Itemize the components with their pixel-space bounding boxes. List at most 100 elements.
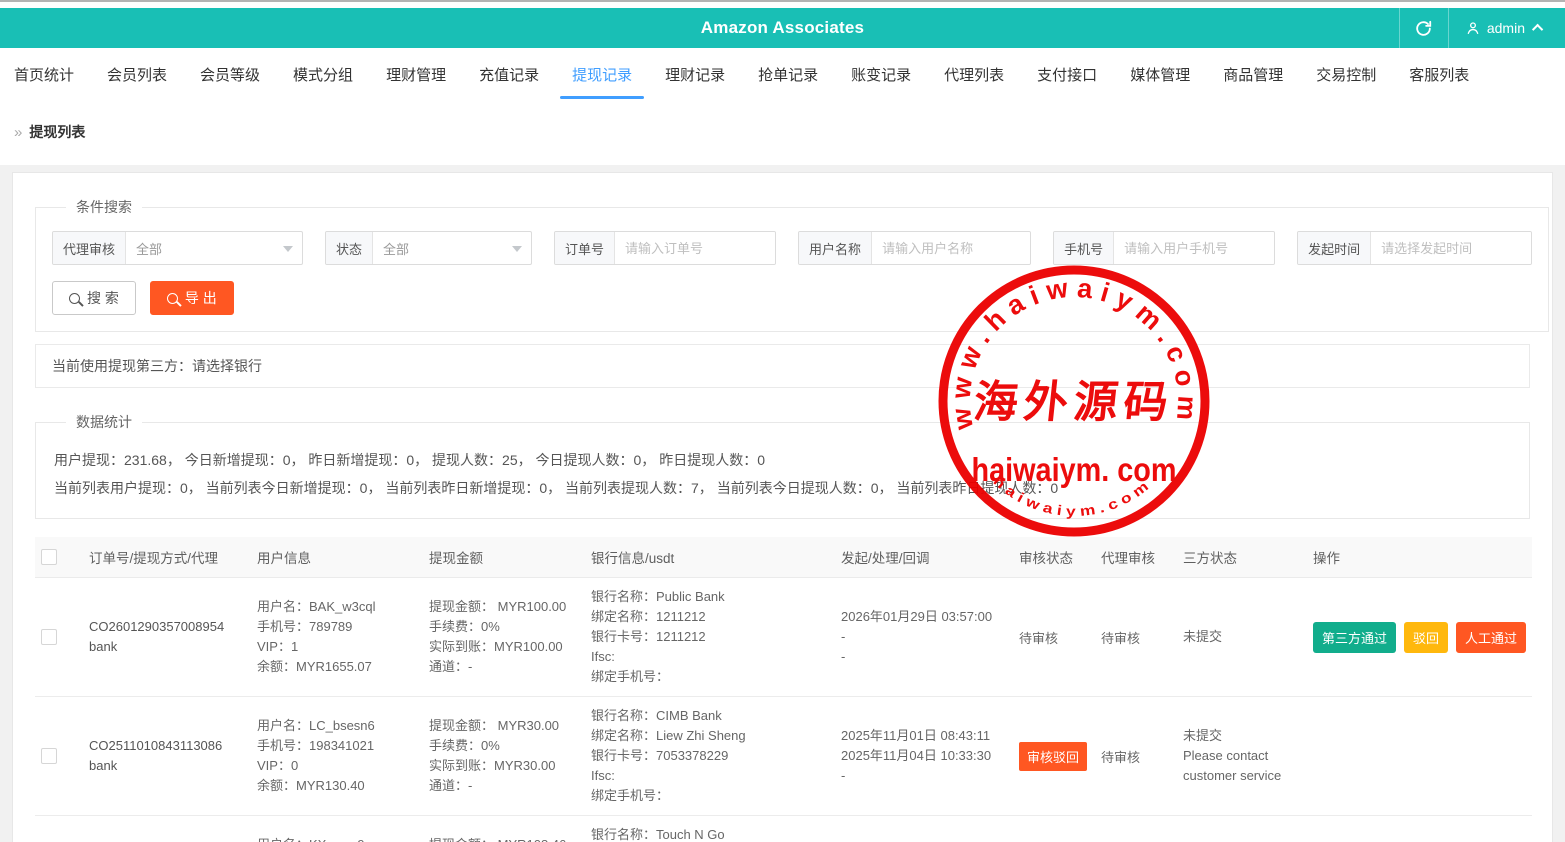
header-right: admin xyxy=(1399,8,1565,48)
nav-item-trade-control[interactable]: 交易控制 xyxy=(1316,58,1376,91)
filter-username: 用户名称 xyxy=(798,231,1031,265)
nav-item-member-level[interactable]: 会员等级 xyxy=(200,58,260,91)
filter-status: 状态 全部 xyxy=(325,231,532,265)
table-row: CO2601290357008954 bank 用户名：BAK_w3cql手机号… xyxy=(35,578,1532,697)
time-info: 2026年01月29日 03:57:00- - xyxy=(835,578,1013,697)
time-info: 2025年10月31日 03:04:422025年10月31日 04:06:41… xyxy=(835,816,1013,842)
nav-item-member-list[interactable]: 会员列表 xyxy=(107,58,167,91)
nav-item-withdraw-record[interactable]: 提现记录 xyxy=(572,58,632,91)
withdraw-table: 订单号/提现方式/代理 用户信息 提现金额 银行信息/usdt 发起/处理/回调… xyxy=(35,537,1532,842)
col-order: 订单号/提现方式/代理 xyxy=(83,537,251,578)
col-third: 三方状态 xyxy=(1177,537,1307,578)
breadcrumb-label: 提现列表 xyxy=(29,124,85,141)
search-legend: 条件搜索 xyxy=(66,197,142,217)
withdraw-method: bank xyxy=(89,756,245,776)
col-bank: 银行信息/usdt xyxy=(585,537,835,578)
nav-item-media-manage[interactable]: 媒体管理 xyxy=(1130,58,1190,91)
agent-audit-select[interactable]: 全部 xyxy=(126,232,302,264)
export-button[interactable]: 导 出 xyxy=(150,281,234,315)
nav-item-product-manage[interactable]: 商品管理 xyxy=(1223,58,1283,91)
nav-item-finance-record[interactable]: 理财记录 xyxy=(665,58,725,91)
manual-pass-button[interactable]: 人工通过 xyxy=(1456,622,1526,653)
col-action: 操作 xyxy=(1307,537,1532,578)
double-chevron-right-icon: » xyxy=(14,124,22,141)
filter-start-time-label: 发起时间 xyxy=(1298,232,1371,264)
time-info: 2025年11月01日 08:43:112025年11月04日 10:33:30… xyxy=(835,697,1013,816)
filter-agent-audit: 代理审核 全部 xyxy=(52,231,303,265)
col-amount: 提现金额 xyxy=(423,537,585,578)
user-icon xyxy=(1465,20,1481,36)
refresh-icon xyxy=(1414,19,1433,38)
stats-line-total: 用户提现：231.68， 今日新增提现：0， 昨日新增提现：0， 提现人数：25… xyxy=(52,446,1513,474)
nav-item-finance-manage[interactable]: 理财管理 xyxy=(386,58,446,91)
row-checkbox[interactable] xyxy=(41,629,57,645)
admin-menu[interactable]: admin xyxy=(1449,8,1565,48)
select-all-checkbox[interactable] xyxy=(41,549,57,565)
chevron-down-icon xyxy=(512,246,522,252)
phone-input[interactable] xyxy=(1114,232,1274,264)
filter-order-no: 订单号 xyxy=(554,231,776,265)
order-no-input[interactable] xyxy=(615,232,775,264)
col-audit: 审核状态 xyxy=(1013,537,1095,578)
start-time-input[interactable] xyxy=(1371,232,1531,264)
nav-item-agent-list[interactable]: 代理列表 xyxy=(944,58,1004,91)
order-number: CO2511010843113086 xyxy=(89,736,245,756)
app-header: Amazon Associates admin xyxy=(0,8,1565,48)
agent-audit-status: 待审核 xyxy=(1101,631,1140,646)
filter-username-label: 用户名称 xyxy=(799,232,872,264)
third-status: 未提交Please contact customer service xyxy=(1177,697,1307,816)
filter-status-label: 状态 xyxy=(326,232,373,264)
third-party-pass-button[interactable]: 第三方通过 xyxy=(1313,622,1396,653)
chevron-up-icon xyxy=(1532,24,1543,35)
col-agent: 代理审核 xyxy=(1095,537,1177,578)
agent-audit-status: 待审核 xyxy=(1101,750,1140,765)
filter-phone-label: 手机号 xyxy=(1054,232,1114,264)
status-select[interactable]: 全部 xyxy=(373,232,531,264)
amount-info: 提现金额： MYR30.00手续费：0% 实际到账：MYR30.00通道：- xyxy=(423,697,585,816)
third-party-notice: 当前使用提现第三方：请选择银行 xyxy=(35,344,1530,388)
breadcrumb: » 提现列表 xyxy=(0,100,1565,165)
search-icon xyxy=(167,293,178,304)
bank-info: 银行名称：CIMB Bank绑定名称：Liew Zhi Sheng 银行卡号：7… xyxy=(585,697,835,816)
amount-info: 提现金额： MYR108.46手续费：0% 实际到账：MYR108.46通道：- xyxy=(423,816,585,842)
stats-fieldset: 数据统计 用户提现：231.68， 今日新增提现：0， 昨日新增提现：0， 提现… xyxy=(35,412,1530,519)
table-row: CO2511010843113086 bank 用户名：LC_bsesn6手机号… xyxy=(35,697,1532,816)
nav-item-mode-group[interactable]: 模式分组 xyxy=(293,58,353,91)
order-number: CO2601290357008954 xyxy=(89,617,245,637)
nav-item-account-change[interactable]: 账变记录 xyxy=(851,58,911,91)
reject-button[interactable]: 驳回 xyxy=(1404,622,1448,653)
search-icon xyxy=(69,293,80,304)
export-button-label: 导 出 xyxy=(185,288,217,308)
nav-item-home-stats[interactable]: 首页统计 xyxy=(14,58,74,91)
audit-status-badge: 审核驳回 xyxy=(1019,742,1087,771)
search-fieldset: 条件搜索 代理审核 全部 状态 全部 订单号 用户名称 xyxy=(35,197,1549,332)
button-row: 搜 索 导 出 xyxy=(52,281,1532,315)
third-status: 未提交 xyxy=(1177,578,1307,697)
row-checkbox[interactable] xyxy=(41,748,57,764)
admin-username: admin xyxy=(1487,20,1525,36)
status-select-value: 全部 xyxy=(383,239,409,258)
app-title: Amazon Associates xyxy=(701,18,864,38)
agent-audit-select-value: 全部 xyxy=(136,239,162,258)
nav-item-grab-record[interactable]: 抢单记录 xyxy=(758,58,818,91)
main-nav: 首页统计 会员列表 会员等级 模式分组 理财管理 充值记录 提现记录 理财记录 … xyxy=(0,48,1565,100)
third-status: 未提交Contact CS xyxy=(1177,816,1307,842)
table-row: CO2510310304426411 bank 用户名：KX_auw9手机号：1… xyxy=(35,816,1532,842)
stats-legend: 数据统计 xyxy=(66,412,142,432)
chevron-down-icon xyxy=(283,246,293,252)
nav-item-pay-api[interactable]: 支付接口 xyxy=(1037,58,1097,91)
search-button[interactable]: 搜 索 xyxy=(52,281,136,315)
search-button-label: 搜 索 xyxy=(87,288,119,308)
col-time: 发起/处理/回调 xyxy=(835,537,1013,578)
refresh-button[interactable] xyxy=(1399,8,1449,48)
nav-item-cs-list[interactable]: 客服列表 xyxy=(1409,58,1469,91)
col-user: 用户信息 xyxy=(251,537,423,578)
filter-agent-audit-label: 代理审核 xyxy=(53,232,126,264)
nav-item-recharge-record[interactable]: 充值记录 xyxy=(479,58,539,91)
bank-info: 银行名称：Public Bank绑定名称：1211212 银行卡号：121121… xyxy=(585,578,835,697)
stats-line-current: 当前列表用户提现：0， 当前列表今日新增提现：0， 当前列表昨日新增提现：0， … xyxy=(52,474,1513,502)
audit-status: 待审核 xyxy=(1019,631,1058,646)
username-input[interactable] xyxy=(872,232,1030,264)
filter-row: 代理审核 全部 状态 全部 订单号 用户名称 xyxy=(52,231,1532,265)
window-chrome-strip xyxy=(0,0,1565,8)
